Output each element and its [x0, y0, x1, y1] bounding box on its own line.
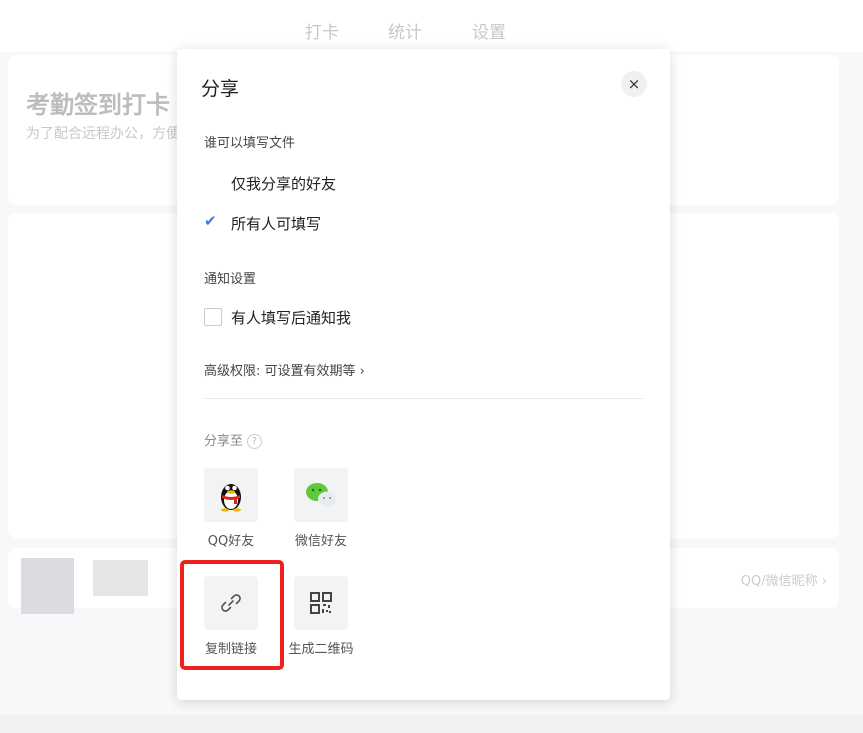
share-wechat-label: 微信好友: [294, 534, 347, 549]
dialog-title: 分享: [201, 78, 240, 100]
qq-icon: [204, 468, 258, 522]
chevron-right-icon: ›: [359, 364, 365, 379]
help-icon[interactable]: ?: [247, 434, 263, 449]
close-icon[interactable]: ×: [621, 71, 647, 97]
chevron-right-icon: ›: [821, 574, 827, 589]
option-everyone[interactable]: 所有人可填写: [231, 213, 321, 234]
qrcode-icon: [294, 576, 348, 630]
check-icon: ✔: [204, 212, 217, 230]
bottom-bar: [0, 715, 863, 733]
advanced-permissions-link[interactable]: 高级权限: 可设置有效期等 ›: [204, 360, 365, 379]
qrcode-button[interactable]: 生成二维码: [281, 576, 361, 657]
top-nav: 打卡 统计 设置: [0, 0, 863, 52]
tab-stats[interactable]: 统计: [388, 18, 422, 43]
notify-settings-label: 通知设置: [204, 272, 257, 287]
share-qq-label: QQ好友: [207, 534, 255, 549]
tab-checkin[interactable]: 打卡: [305, 18, 339, 43]
nickname-label: QQ/微信昵称: [740, 574, 818, 589]
share-qq-button[interactable]: QQ好友: [191, 468, 271, 549]
highlight-box: [180, 560, 284, 670]
share-to-text: 分享至: [204, 434, 244, 449]
advanced-label: 高级权限: 可设置有效期等: [204, 364, 356, 379]
share-dialog: 分享 × 谁可以填写文件 仅我分享的好友 ✔ 所有人可填写 通知设置 有人填写后…: [177, 49, 670, 700]
share-to-label: 分享至?: [204, 430, 263, 449]
divider: [204, 398, 643, 399]
share-wechat-button[interactable]: 微信好友: [281, 468, 361, 549]
qrcode-label: 生成二维码: [288, 642, 354, 657]
notify-checkbox[interactable]: [204, 308, 222, 326]
page-title: 考勤签到打卡: [26, 91, 170, 119]
username-blurred: [93, 560, 148, 596]
nickname-link[interactable]: QQ/微信昵称 ›: [741, 570, 827, 589]
who-can-fill-label: 谁可以填写文件: [204, 136, 296, 151]
notify-option-label[interactable]: 有人填写后通知我: [231, 307, 351, 328]
wechat-icon: [294, 468, 348, 522]
tab-settings[interactable]: 设置: [472, 18, 506, 43]
avatar: [21, 558, 74, 614]
option-friends-only[interactable]: 仅我分享的好友: [231, 173, 336, 194]
